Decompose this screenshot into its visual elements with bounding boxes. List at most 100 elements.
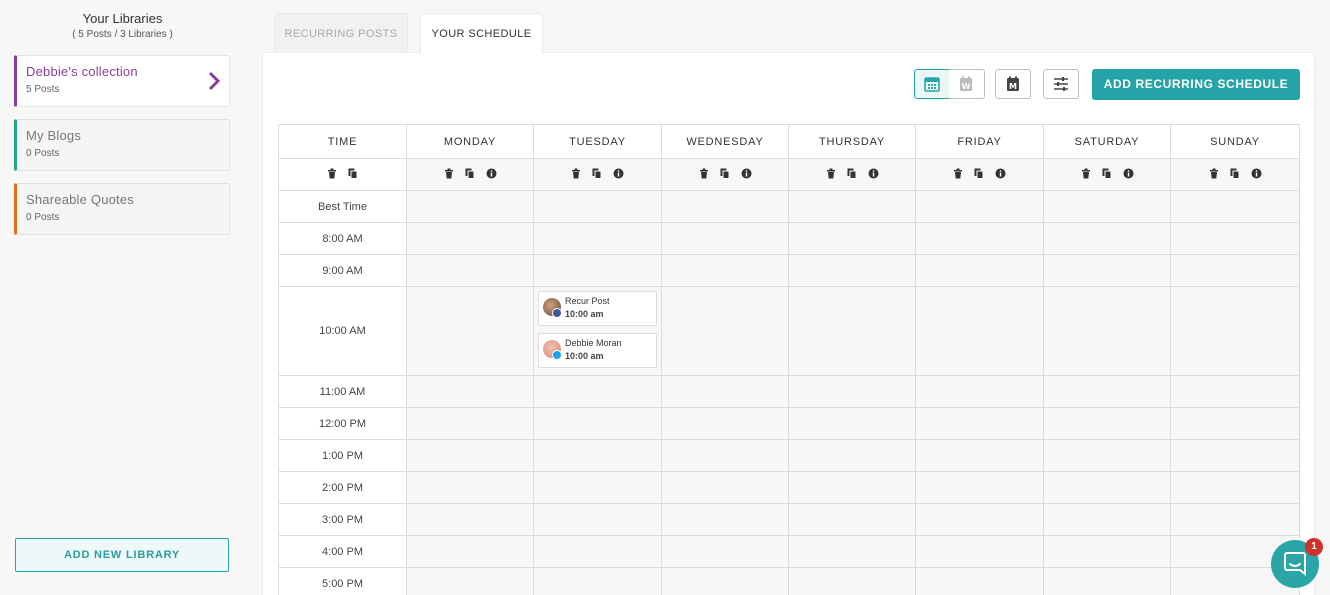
schedule-cell[interactable] [1043, 407, 1171, 440]
schedule-cell[interactable] [788, 190, 916, 223]
schedule-cell[interactable] [788, 222, 916, 255]
schedule-cell[interactable] [406, 190, 534, 223]
copy-icon[interactable] [1102, 168, 1112, 179]
filter-button[interactable] [1043, 69, 1079, 99]
schedule-cell[interactable] [1043, 254, 1171, 287]
schedule-cell[interactable] [1170, 407, 1300, 440]
schedule-cell[interactable] [406, 535, 534, 568]
schedule-cell[interactable] [533, 567, 662, 595]
schedule-cell[interactable] [661, 286, 789, 376]
scheduled-post-card[interactable]: Recur Post 10:00 am [538, 291, 657, 326]
schedule-cell[interactable] [915, 375, 1044, 408]
schedule-cell[interactable] [1043, 375, 1171, 408]
schedule-cell[interactable] [1043, 535, 1171, 568]
schedule-cell[interactable] [406, 407, 534, 440]
schedule-cell[interactable] [915, 286, 1044, 376]
schedule-cell[interactable] [1170, 503, 1300, 536]
info-icon[interactable] [1123, 168, 1134, 179]
library-card-my-blogs[interactable]: My Blogs 0 Posts [14, 119, 230, 171]
trash-icon[interactable] [571, 168, 581, 179]
schedule-cell[interactable] [533, 503, 662, 536]
trash-icon[interactable] [327, 168, 337, 179]
scheduled-post-card[interactable]: Debbie Moran 10:00 am [538, 333, 657, 368]
schedule-cell[interactable] [533, 439, 662, 472]
info-icon[interactable] [613, 168, 624, 179]
schedule-cell[interactable] [661, 471, 789, 504]
info-icon[interactable] [486, 168, 497, 179]
schedule-cell[interactable] [533, 254, 662, 287]
schedule-cell[interactable] [1043, 439, 1171, 472]
schedule-cell[interactable] [661, 254, 789, 287]
schedule-cell[interactable] [406, 567, 534, 595]
schedule-cell[interactable] [661, 222, 789, 255]
schedule-cell[interactable] [533, 535, 662, 568]
schedule-cell[interactable] [1170, 439, 1300, 472]
trash-icon[interactable] [1209, 168, 1219, 179]
copy-icon[interactable] [348, 168, 358, 179]
copy-icon[interactable] [720, 168, 730, 179]
schedule-cell[interactable] [1043, 222, 1171, 255]
info-icon[interactable] [1251, 168, 1262, 179]
m-calendar-button[interactable]: M [995, 69, 1031, 99]
copy-icon[interactable] [592, 168, 602, 179]
info-icon[interactable] [995, 168, 1006, 179]
schedule-cell[interactable] [915, 190, 1044, 223]
trash-icon[interactable] [826, 168, 836, 179]
schedule-cell[interactable] [1170, 471, 1300, 504]
schedule-cell[interactable] [406, 375, 534, 408]
schedule-cell[interactable] [915, 222, 1044, 255]
schedule-cell[interactable] [788, 286, 916, 376]
schedule-cell[interactable] [406, 503, 534, 536]
schedule-cell[interactable] [661, 407, 789, 440]
schedule-cell[interactable] [406, 471, 534, 504]
trash-icon[interactable] [953, 168, 963, 179]
schedule-cell[interactable] [788, 375, 916, 408]
schedule-cell[interactable] [915, 471, 1044, 504]
schedule-cell[interactable] [915, 254, 1044, 287]
schedule-cell[interactable] [915, 407, 1044, 440]
schedule-cell[interactable] [915, 439, 1044, 472]
schedule-cell[interactable] [533, 375, 662, 408]
schedule-cell[interactable] [1170, 375, 1300, 408]
schedule-cell[interactable] [661, 190, 789, 223]
schedule-cell[interactable] [1043, 503, 1171, 536]
info-icon[interactable] [741, 168, 752, 179]
schedule-cell[interactable] [1043, 190, 1171, 223]
schedule-cell[interactable] [661, 567, 789, 595]
schedule-cell[interactable] [1170, 222, 1300, 255]
schedule-cell[interactable] [915, 503, 1044, 536]
schedule-cell[interactable] [788, 407, 916, 440]
schedule-cell[interactable] [661, 439, 789, 472]
w-calendar-button[interactable]: W [949, 69, 985, 99]
copy-icon[interactable] [1230, 168, 1240, 179]
schedule-cell[interactable] [1170, 254, 1300, 287]
add-new-library-button[interactable]: ADD NEW LIBRARY [15, 538, 229, 572]
schedule-cell[interactable] [1043, 471, 1171, 504]
schedule-cell[interactable] [788, 471, 916, 504]
schedule-cell[interactable] [788, 439, 916, 472]
library-card-debbies-collection[interactable]: Debbie's collection 5 Posts [14, 55, 230, 107]
trash-icon[interactable] [699, 168, 709, 179]
schedule-cell[interactable] [1043, 567, 1171, 595]
library-card-shareable-quotes[interactable]: Shareable Quotes 0 Posts [14, 183, 230, 235]
schedule-cell[interactable] [406, 439, 534, 472]
tab-recurring-posts[interactable]: RECURRING POSTS [274, 13, 408, 53]
schedule-cell[interactable] [788, 254, 916, 287]
schedule-cell[interactable] [406, 254, 534, 287]
schedule-cell[interactable] [406, 222, 534, 255]
schedule-cell[interactable] [533, 222, 662, 255]
schedule-cell[interactable] [915, 567, 1044, 595]
schedule-cell[interactable] [533, 471, 662, 504]
trash-icon[interactable] [1081, 168, 1091, 179]
schedule-cell[interactable] [788, 535, 916, 568]
schedule-cell[interactable] [788, 567, 916, 595]
week-view-button[interactable] [914, 69, 950, 99]
schedule-cell[interactable] [533, 190, 662, 223]
info-icon[interactable] [868, 168, 879, 179]
copy-icon[interactable] [974, 168, 984, 179]
schedule-cell[interactable] [1170, 190, 1300, 223]
schedule-cell[interactable] [1043, 286, 1171, 376]
schedule-cell[interactable] [661, 535, 789, 568]
schedule-cell[interactable] [661, 503, 789, 536]
trash-icon[interactable] [444, 168, 454, 179]
